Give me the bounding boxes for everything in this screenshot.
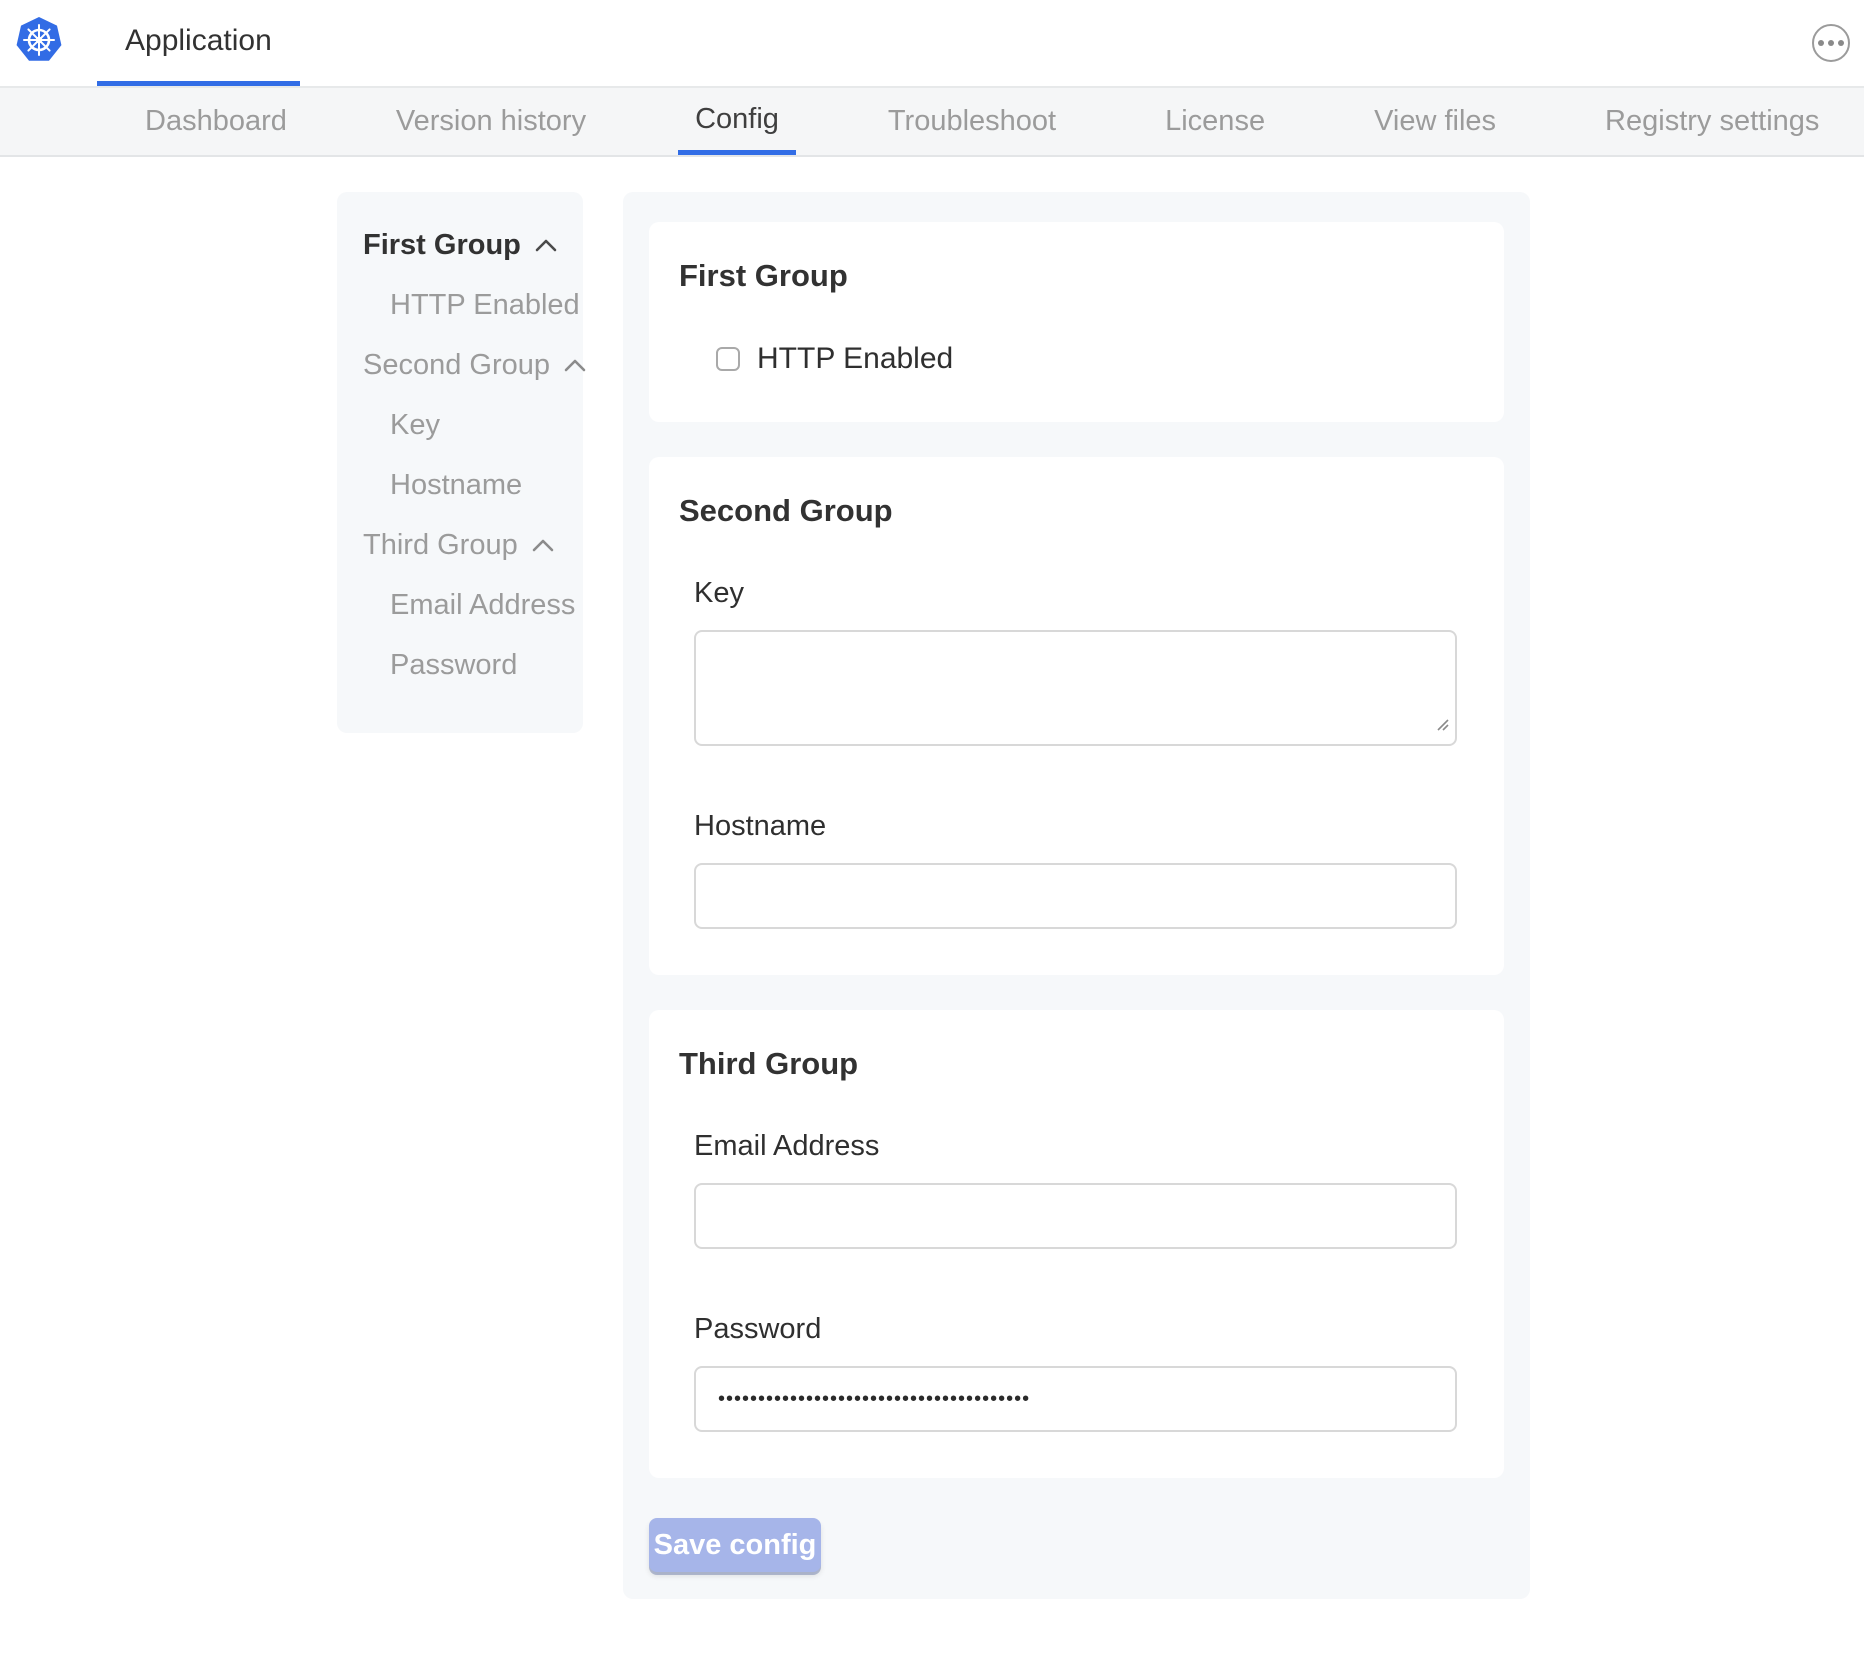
sidebar-item-http-enabled[interactable]: HTTP Enabled	[337, 275, 583, 335]
sidebar-item-third-group[interactable]: Third Group	[337, 515, 583, 575]
field-http-enabled-row[interactable]: HTTP Enabled	[716, 342, 1457, 376]
field-label: Password	[694, 1313, 1457, 1346]
config-group-fields: HTTP Enabled	[694, 342, 1457, 376]
config-group-card-second-group: Second Group Key Hostname	[649, 457, 1504, 975]
key-textarea[interactable]	[694, 630, 1457, 746]
tab-dashboard[interactable]: Dashboard	[128, 88, 304, 155]
secondary-nav: Dashboard Version history Config Troublesho…	[0, 88, 1864, 157]
config-group-title: First Group	[679, 258, 1474, 294]
config-group-title: Third Group	[679, 1046, 1474, 1082]
sidebar-item-label: First Group	[363, 229, 521, 262]
chevron-up-icon	[564, 359, 586, 372]
chevron-up-icon	[535, 239, 557, 252]
config-group-title: Second Group	[679, 493, 1474, 529]
config-group-card-first-group: First Group HTTP Enabled	[649, 222, 1504, 422]
sidebar-item-label: Password	[390, 649, 517, 682]
checkbox-label: HTTP Enabled	[757, 342, 953, 376]
save-config-button[interactable]: Save config	[649, 1518, 821, 1572]
field-label: Hostname	[694, 810, 1457, 843]
tab-troubleshoot[interactable]: Troubleshoot	[871, 88, 1073, 155]
config-group-fields: Email Address Password	[694, 1130, 1457, 1432]
config-groups: First Group HTTP Enabled Second Group Key Ho…	[649, 222, 1504, 1478]
tab-application[interactable]: Application	[97, 0, 300, 86]
application-tab-label: Application	[125, 24, 272, 58]
kubernetes-logo-icon	[16, 17, 62, 63]
password-input[interactable]	[694, 1366, 1457, 1432]
ellipsis-icon	[1838, 40, 1844, 46]
config-panel: First Group HTTP Enabled Second Group Key Ho…	[623, 192, 1530, 1599]
tab-version-history[interactable]: Version history	[379, 88, 603, 155]
tab-registry-settings[interactable]: Registry settings	[1588, 88, 1836, 155]
tab-license[interactable]: License	[1148, 88, 1282, 155]
sidebar-item-label: Third Group	[363, 529, 518, 562]
field-key: Key	[694, 577, 1457, 746]
sidebar-item-label: Hostname	[390, 469, 522, 502]
field-email-address: Email Address	[694, 1130, 1457, 1249]
sidebar-item-label: Second Group	[363, 349, 550, 382]
sidebar-item-label: HTTP Enabled	[390, 289, 580, 322]
sidebar-item-password[interactable]: Password	[337, 635, 583, 695]
field-password: Password	[694, 1313, 1457, 1432]
tab-config[interactable]: Config	[678, 88, 796, 155]
chevron-up-icon	[532, 539, 554, 552]
tab-view-files[interactable]: View files	[1357, 88, 1513, 155]
sidebar-item-label: Key	[390, 409, 440, 442]
http-enabled-checkbox[interactable]	[716, 347, 740, 371]
ellipsis-icon	[1828, 40, 1834, 46]
field-label: Key	[694, 577, 1457, 610]
field-hostname: Hostname	[694, 810, 1457, 929]
sidebar-item-hostname[interactable]: Hostname	[337, 455, 583, 515]
config-group-card-third-group: Third Group Email Address Password	[649, 1010, 1504, 1478]
sidebar-item-label: Email Address	[390, 589, 575, 622]
sidebar-item-second-group[interactable]: Second Group	[337, 335, 583, 395]
more-options-button[interactable]	[1812, 24, 1850, 62]
config-sidebar: First Group HTTP Enabled Second Group Key Ho…	[337, 192, 583, 733]
email-address-input[interactable]	[694, 1183, 1457, 1249]
sidebar-item-email-address[interactable]: Email Address	[337, 575, 583, 635]
config-group-fields: Key Hostname	[694, 577, 1457, 929]
config-page: First Group HTTP Enabled Second Group Key Ho…	[337, 192, 1864, 1599]
top-bar: Application	[0, 0, 1864, 88]
sidebar-item-key[interactable]: Key	[337, 395, 583, 455]
hostname-input[interactable]	[694, 863, 1457, 929]
field-label: Email Address	[694, 1130, 1457, 1163]
ellipsis-icon	[1818, 40, 1824, 46]
sidebar-item-first-group[interactable]: First Group	[337, 215, 583, 275]
